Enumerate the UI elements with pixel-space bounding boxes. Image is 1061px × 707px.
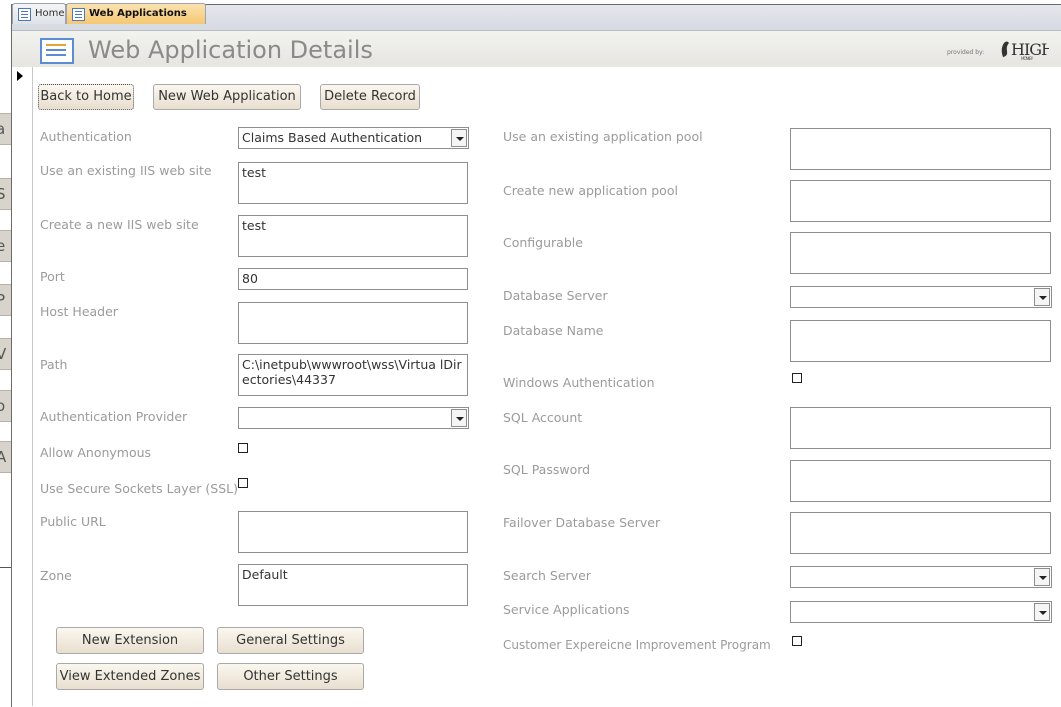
existing-app-pool-field[interactable] (790, 128, 1051, 170)
new-app-pool-label: Create new application pool (503, 183, 678, 198)
authentication-label: Authentication (40, 129, 132, 144)
path-field[interactable]: C:\inetpub\wwwroot\wss\Virtua lDirectori… (238, 354, 468, 396)
record-selector[interactable] (12, 67, 33, 706)
svg-text:MONKEY: MONKEY (1021, 56, 1034, 61)
zone-field[interactable]: Default (238, 564, 468, 606)
form-icon (40, 38, 74, 64)
ceip-label: Customer Expereicne Improvement Program (503, 638, 771, 652)
delete-record-button[interactable]: Delete Record (320, 84, 420, 110)
allow-anonymous-checkbox[interactable] (238, 443, 248, 453)
current-record-arrow-icon (17, 71, 23, 81)
service-applications-label: Service Applications (503, 602, 630, 617)
use-ssl-label: Use Secure Sockets Layer (SSL) (40, 481, 239, 496)
ceip-checkbox[interactable] (792, 636, 802, 646)
database-name-label: Database Name (503, 323, 604, 338)
new-web-application-button[interactable]: New Web Application (153, 84, 301, 110)
database-server-label: Database Server (503, 288, 608, 303)
sql-password-label: SQL Password (503, 462, 591, 477)
port-label: Port (40, 269, 65, 284)
database-server-combo[interactable] (790, 286, 1052, 308)
general-settings-button[interactable]: General Settings (217, 627, 364, 654)
back-to-home-button[interactable]: Back to Home (38, 84, 134, 110)
sql-account-field[interactable] (790, 407, 1051, 449)
logo-caption: provided by: (947, 49, 985, 56)
search-server-label: Search Server (503, 568, 591, 583)
authentication-value: Claims Based Authentication (242, 130, 423, 145)
authentication-provider-label: Authentication Provider (40, 409, 188, 424)
public-url-label: Public URL (40, 514, 106, 529)
form-icon (18, 8, 31, 21)
high-monkey-logo: HIGH MONKEY (997, 37, 1056, 61)
port-field[interactable]: 80 (238, 268, 468, 290)
configurable-field[interactable] (790, 232, 1051, 274)
chevron-down-icon[interactable] (1034, 603, 1050, 621)
tab-label: Web Applications (89, 8, 187, 19)
windows-authentication-label: Windows Authentication (503, 375, 655, 390)
new-extension-button[interactable]: New Extension (56, 627, 204, 654)
path-label: Path (40, 357, 68, 372)
tab-label: Home (35, 8, 65, 19)
chevron-down-icon[interactable] (451, 129, 467, 147)
new-app-pool-field[interactable] (790, 180, 1051, 222)
use-ssl-checkbox[interactable] (238, 478, 248, 488)
search-server-combo[interactable] (790, 566, 1052, 588)
host-header-field[interactable] (238, 302, 468, 344)
sql-account-label: SQL Account (503, 410, 583, 425)
tab-web-applications[interactable]: Web Applications (66, 3, 206, 24)
authentication-combo[interactable]: Claims Based Authentication (238, 127, 469, 149)
allow-anonymous-label: Allow Anonymous (40, 445, 152, 460)
database-name-field[interactable] (790, 320, 1051, 362)
tab-home[interactable]: Home (12, 3, 66, 24)
zone-label: Zone (40, 568, 72, 583)
existing-iis-site-label: Use an existing IIS web site (40, 163, 212, 178)
chevron-down-icon[interactable] (1034, 568, 1050, 586)
new-iis-site-label: Create a new IIS web site (40, 217, 199, 232)
chevron-down-icon[interactable] (451, 409, 467, 427)
failover-db-field[interactable] (790, 512, 1051, 554)
windows-authentication-checkbox[interactable] (792, 373, 802, 383)
chevron-down-icon[interactable] (1034, 288, 1050, 306)
configurable-label: Configurable (503, 235, 583, 250)
form-header: Web Application Details provided by: HIG… (12, 31, 1061, 67)
new-iis-site-field[interactable]: test (238, 215, 468, 257)
failover-db-label: Failover Database Server (503, 515, 661, 530)
form-icon (72, 8, 85, 21)
existing-app-pool-label: Use an existing application pool (503, 129, 703, 144)
existing-iis-site-field[interactable]: test (238, 162, 468, 204)
host-header-label: Host Header (40, 304, 118, 319)
page-title: Web Application Details (88, 36, 373, 64)
other-settings-button[interactable]: Other Settings (217, 663, 364, 690)
public-url-field[interactable] (238, 511, 468, 553)
service-applications-combo[interactable] (790, 601, 1052, 623)
sql-password-field[interactable] (790, 460, 1051, 502)
view-extended-zones-button[interactable]: View Extended Zones (56, 663, 204, 690)
authentication-provider-combo[interactable] (238, 407, 469, 429)
